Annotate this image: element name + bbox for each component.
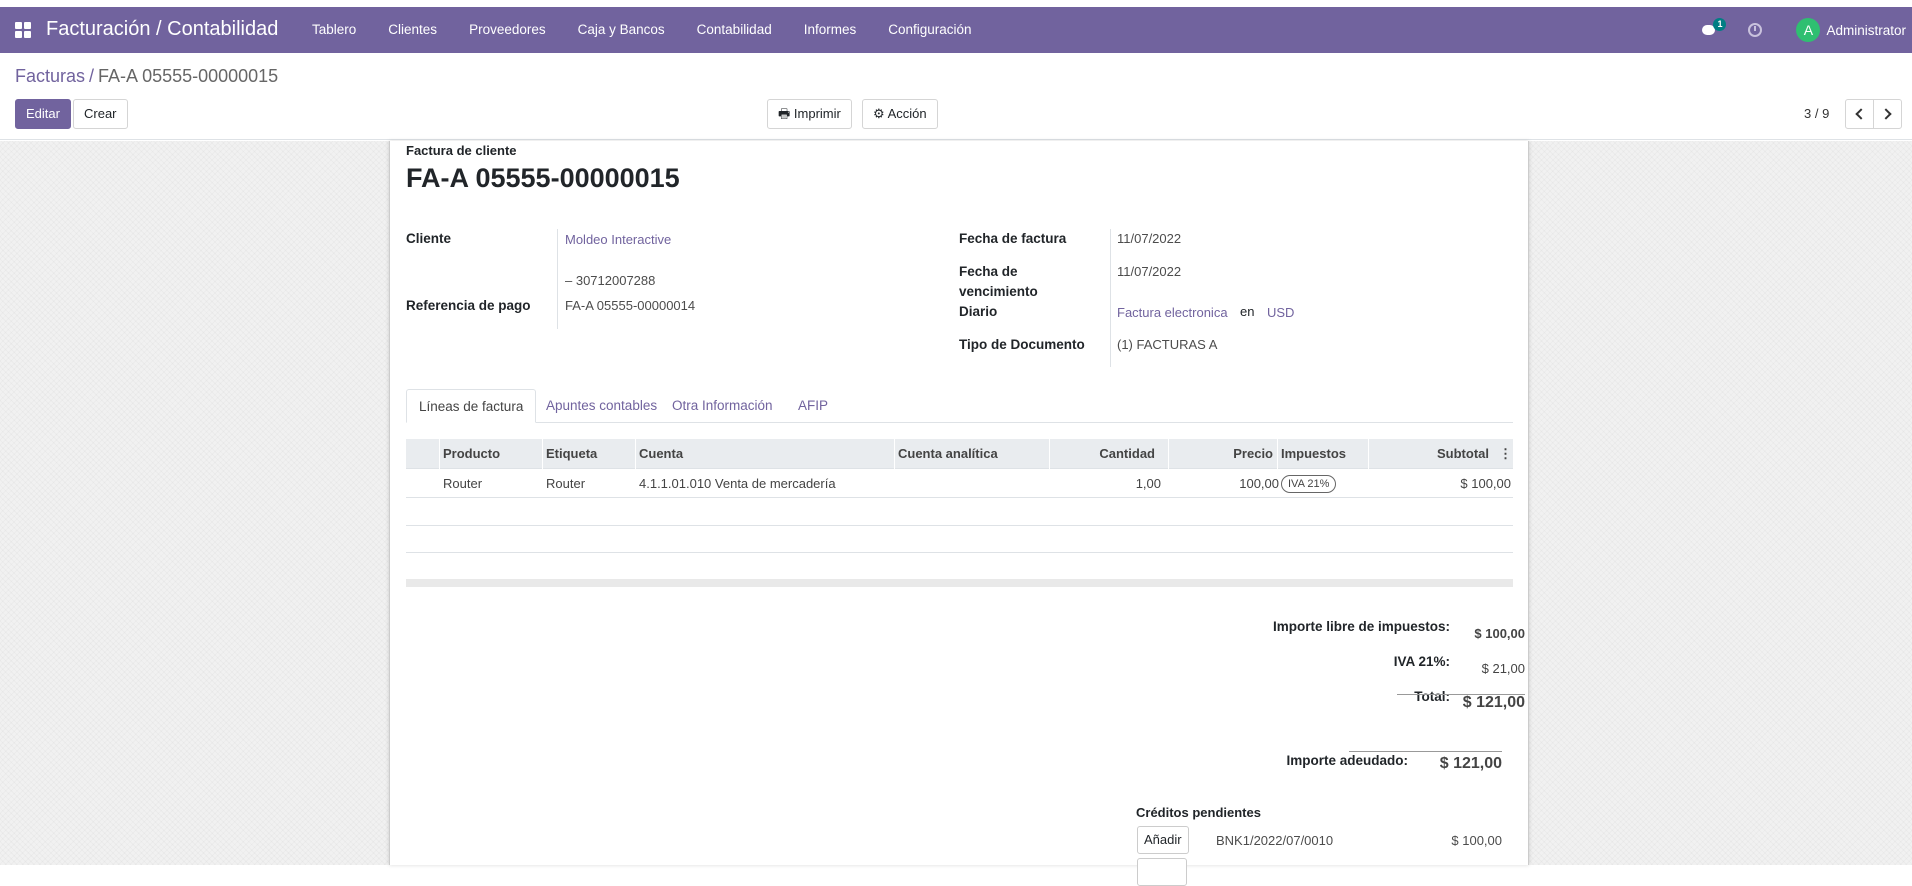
customer-vat: – 30712007288	[565, 273, 656, 288]
invoice-date-label: Fecha de factura	[959, 231, 1067, 246]
horizontal-scrollbar[interactable]	[406, 579, 1513, 587]
document-type-label: Tipo de Documento	[959, 337, 1085, 352]
tax-iva-value: $ 21,00	[1481, 661, 1525, 676]
due-date-label-line2: vencimiento	[959, 284, 1038, 299]
form-sheet: Factura de cliente FA-A 05555-00000015 C…	[389, 141, 1529, 886]
systray: 1 A Administrator	[1702, 7, 1912, 53]
action-label: Acción	[887, 106, 927, 121]
chevron-right-icon	[1880, 108, 1892, 120]
menu-item-caja-bancos[interactable]: Caja y Bancos	[562, 7, 681, 53]
invoice-lines-header: Producto Etiqueta Cuenta Cuenta analític…	[406, 439, 1513, 469]
optional-columns-icon[interactable]: ⋮	[1499, 439, 1512, 469]
apps-menu-icon[interactable]	[15, 22, 31, 38]
menu-item-clientes[interactable]: Clientes	[372, 7, 453, 53]
row-divider	[406, 552, 1513, 553]
column-etiqueta[interactable]: Etiqueta	[546, 439, 597, 469]
row-subtotal: $ 100,00	[1460, 476, 1511, 491]
row-quantity: 1,00	[1135, 476, 1161, 491]
notebook-tabs: Líneas de factura Apuntes contables Otra…	[406, 389, 1513, 423]
app-title[interactable]: Facturación / Contabilidad	[46, 18, 278, 41]
customer-label: Cliente	[406, 231, 452, 246]
messaging-icon[interactable]: 1	[1702, 18, 1727, 38]
move-type-label: Factura de cliente	[406, 143, 517, 158]
amount-due-value: $ 121,00	[1439, 755, 1502, 772]
column-cuenta[interactable]: Cuenta	[639, 439, 683, 469]
chevron-left-icon	[1855, 108, 1867, 120]
add-credit-button[interactable]: Añadir	[1137, 826, 1189, 854]
invoice-date-field[interactable]: 11/07/2022	[1117, 231, 1181, 246]
tab-apuntes-contables[interactable]: Apuntes contables	[534, 389, 669, 423]
control-panel: Facturas / FA-A 05555-00000015 Editar Crea…	[0, 53, 1912, 140]
field-divider-right	[1110, 229, 1111, 367]
payment-reference-field[interactable]: FA-A 05555-00000014	[565, 298, 695, 313]
row-account: 4.1.1.01.010 Venta de mercadería	[639, 476, 836, 491]
menu-item-tablero[interactable]: Tablero	[296, 7, 372, 53]
payment-reference-label: Referencia de pago	[406, 298, 531, 313]
print-button[interactable]: 🖶 Imprimir	[767, 99, 852, 129]
journal-label: Diario	[959, 304, 998, 319]
amount-due-divider	[1349, 751, 1502, 752]
user-menu[interactable]: Administrator	[1826, 23, 1906, 38]
menu-item-contabilidad[interactable]: Contabilidad	[681, 7, 788, 53]
menu-item-configuracion[interactable]: Configuración	[872, 7, 987, 53]
credit-reference: BNK1/2022/07/0010	[1216, 833, 1334, 848]
journal-field[interactable]: Factura electronica	[1117, 305, 1228, 320]
pager-next-button[interactable]	[1873, 99, 1902, 129]
menu-item-proveedores[interactable]: Proveedores	[453, 7, 562, 53]
row-price: 100,00	[1239, 476, 1279, 491]
pager-value[interactable]: 3 / 9	[1804, 106, 1829, 121]
messaging-badge: 1	[1713, 18, 1727, 31]
customer-field[interactable]: Moldeo Interactive	[565, 232, 671, 247]
row-tax-tag: IVA 21%	[1281, 475, 1337, 493]
print-icon: 🖶	[778, 106, 791, 121]
due-date-field[interactable]: 11/07/2022	[1117, 264, 1181, 279]
column-precio[interactable]: Precio	[1172, 439, 1273, 469]
main-menu: Tablero Clientes Proveedores Caja y Banc…	[296, 7, 988, 53]
row-product: Router	[443, 476, 483, 491]
due-date-label-line1: Fecha de	[959, 264, 1018, 279]
outstanding-credits-title: Créditos pendientes	[1136, 805, 1261, 820]
row-label: Router	[546, 476, 586, 491]
tab-afip[interactable]: AFIP	[786, 389, 840, 423]
create-button[interactable]: Crear	[73, 99, 128, 129]
top-navbar: Facturación / Contabilidad Tablero Clien…	[0, 7, 1912, 53]
pager-previous-button[interactable]	[1845, 99, 1874, 129]
column-cuenta-analitica[interactable]: Cuenta analítica	[898, 439, 998, 469]
menu-item-informes[interactable]: Informes	[788, 7, 873, 53]
column-subtotal[interactable]: Subtotal	[1372, 439, 1489, 469]
tab-otra-informacion[interactable]: Otra Información	[660, 389, 785, 423]
column-producto[interactable]: Producto	[443, 439, 500, 469]
breadcrumb: Facturas / FA-A 05555-00000015	[15, 66, 278, 87]
field-divider-left	[557, 229, 558, 329]
add-credit-button[interactable]	[1137, 858, 1187, 886]
activity-clock-icon[interactable]	[1748, 23, 1763, 37]
total-value: $ 121,00	[1462, 694, 1525, 711]
document-type-field[interactable]: (1) FACTURAS A	[1117, 337, 1217, 352]
currency-field[interactable]: USD	[1267, 305, 1294, 320]
edit-button[interactable]: Editar	[15, 99, 71, 129]
credit-amount: $ 100,00	[1451, 833, 1502, 848]
user-avatar[interactable]: A	[1796, 18, 1821, 42]
gear-icon: ⚙	[873, 106, 885, 121]
breadcrumb-current: FA-A 05555-00000015	[98, 66, 279, 86]
action-button[interactable]: ⚙ Acción	[862, 99, 938, 129]
table-row[interactable]: Router Router 4.1.1.01.010 Venta de merc…	[406, 469, 1513, 499]
column-cantidad[interactable]: Cantidad	[1053, 439, 1155, 469]
column-impuestos[interactable]: Impuestos	[1281, 439, 1346, 469]
breadcrumb-facturas[interactable]: Facturas	[15, 66, 85, 86]
tab-lineas-factura[interactable]: Líneas de factura	[406, 389, 537, 423]
untaxed-amount-value: $ 100,00	[1474, 626, 1525, 641]
breadcrumb-separator: /	[89, 66, 95, 86]
invoice-number: FA-A 05555-00000015	[406, 163, 680, 193]
journal-currency-separator: en	[1240, 304, 1255, 319]
row-divider	[406, 497, 1513, 498]
print-label: Imprimir	[793, 106, 841, 121]
row-divider	[406, 525, 1513, 526]
